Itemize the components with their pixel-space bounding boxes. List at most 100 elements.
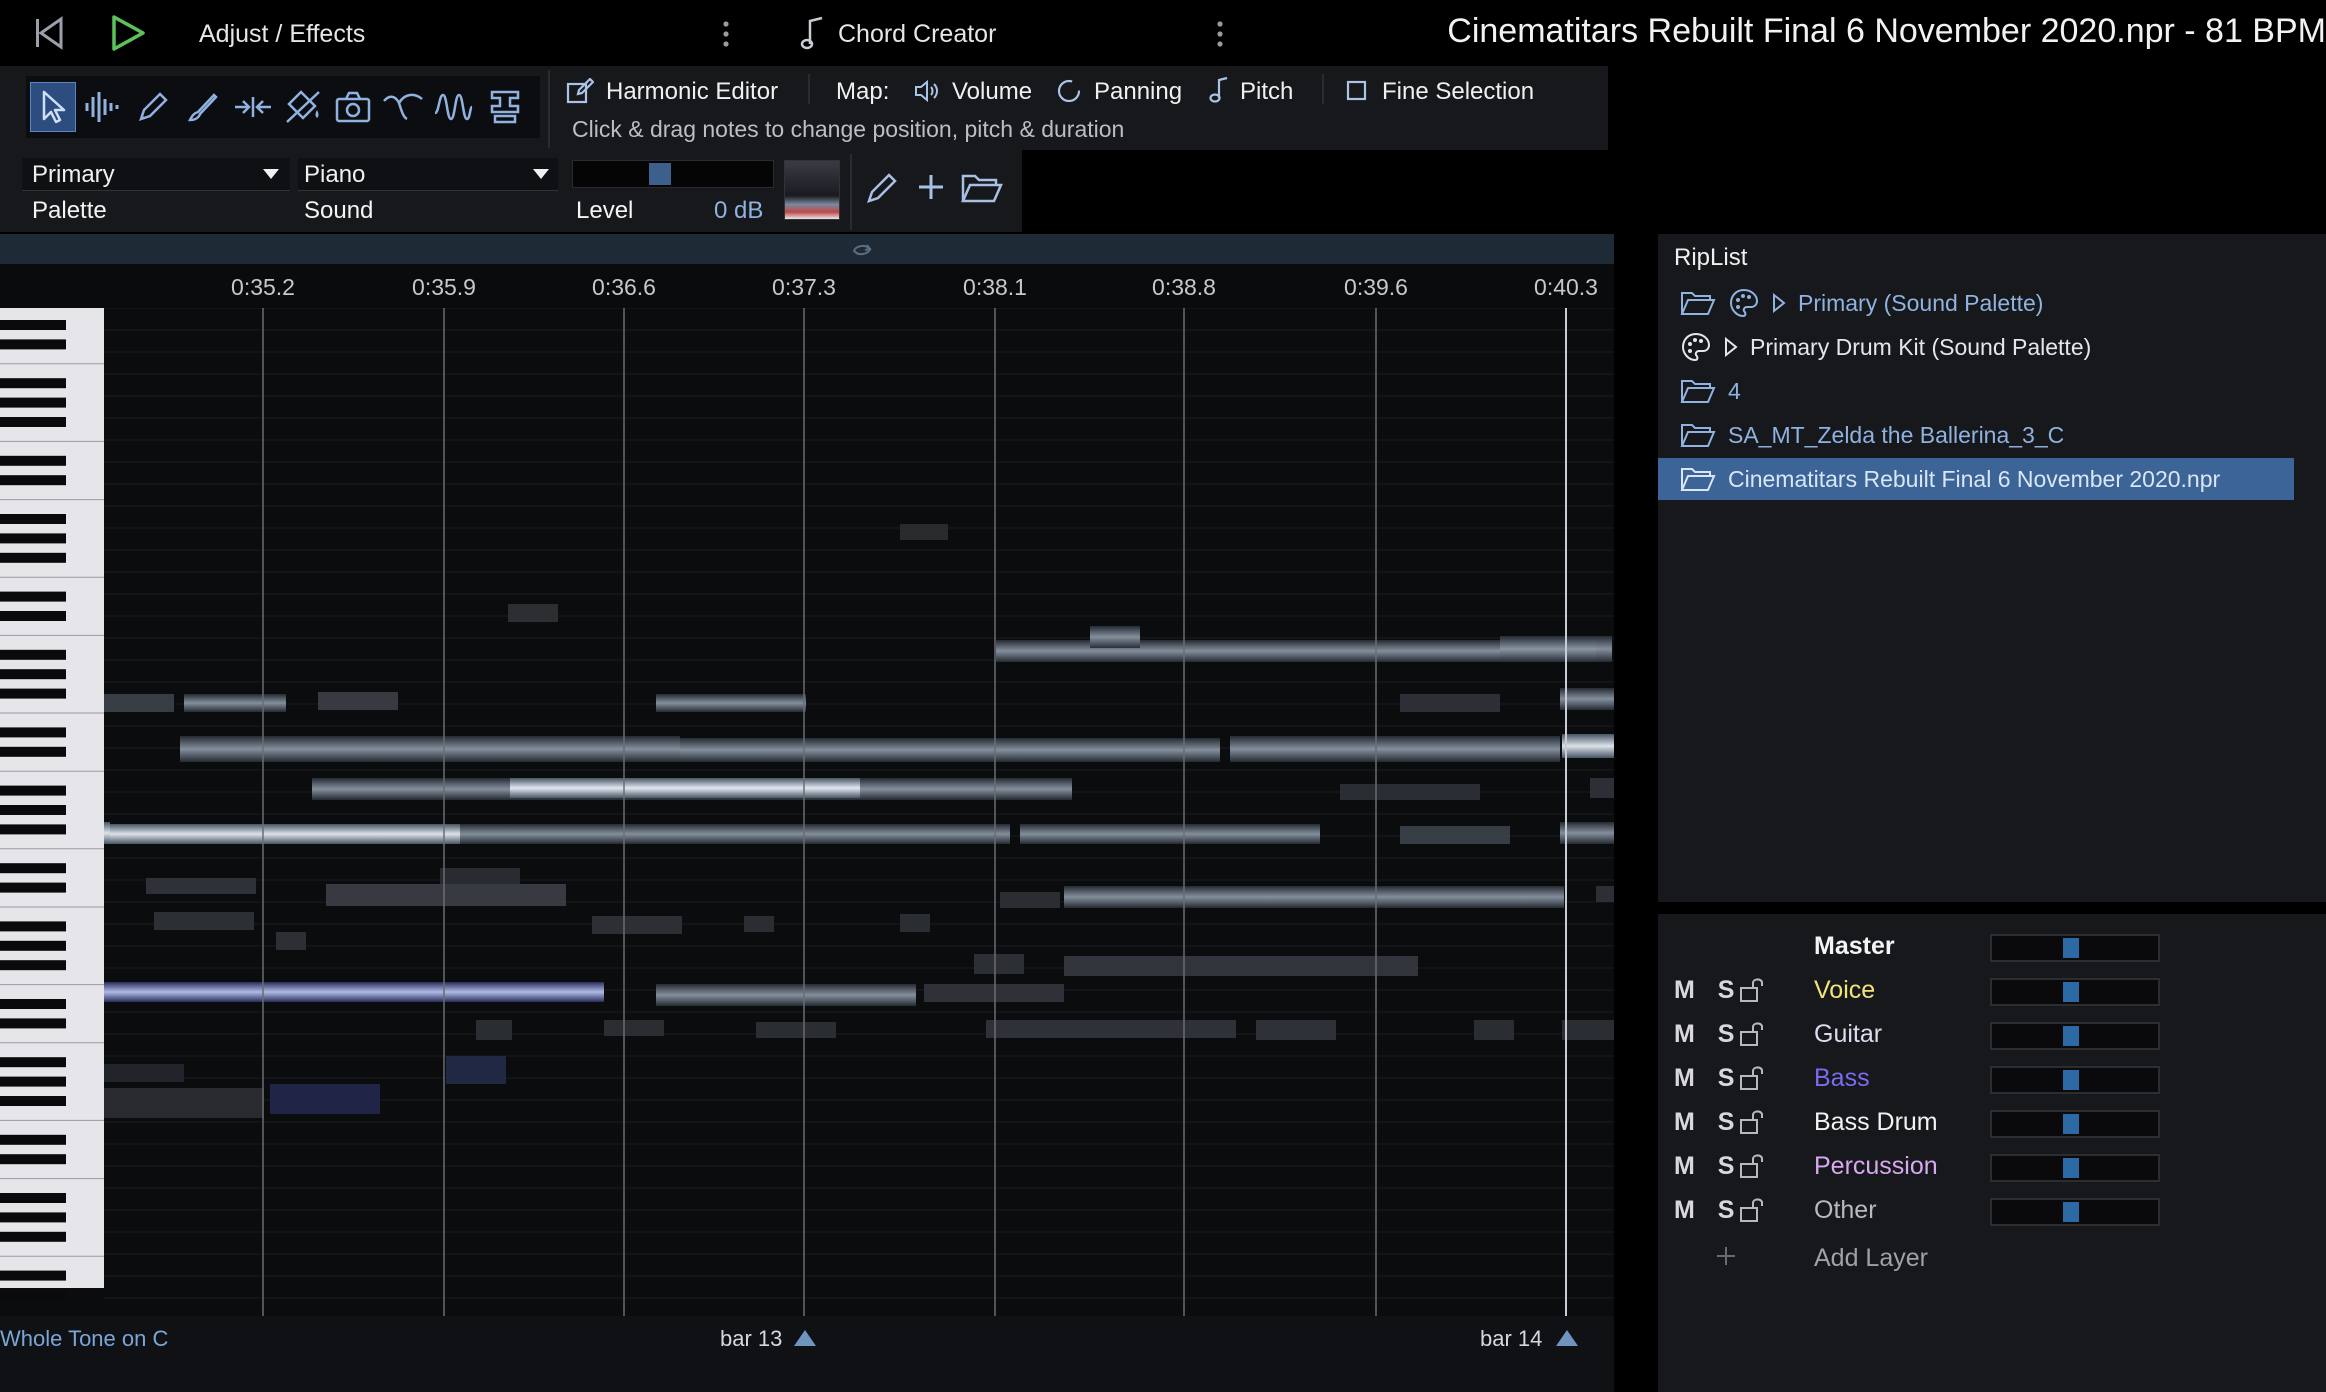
note-blob [1000,892,1060,908]
brush-tool-icon[interactable] [180,82,226,132]
camera-icon[interactable] [330,82,376,132]
note-blob [900,524,948,540]
sound-dropdown[interactable]: Piano [298,158,558,191]
waveform-tool-icon[interactable] [80,82,126,132]
time-tick-label: 0:36.6 [592,274,656,300]
note-blob [154,912,254,930]
layer-volume-slider[interactable] [1990,1022,2160,1050]
fine-selection-checkbox[interactable] [1346,80,1368,102]
play-icon[interactable] [110,14,146,52]
palette-dropdown[interactable]: Primary [22,158,290,191]
map-pitch-option[interactable]: Pitch [1240,78,1293,106]
mute-solo-buttons[interactable]: M S [1674,1108,1742,1137]
layer-row: M S Percussion [1658,1144,2326,1188]
spectrogram-view[interactable] [0,308,1614,1316]
layer-volume-slider[interactable] [1990,1066,2160,1094]
loop-strip[interactable] [0,234,1614,264]
fine-selection-label[interactable]: Fine Selection [1382,78,1534,106]
level-slider-knob[interactable] [649,163,671,185]
slider-knob[interactable] [2063,1202,2079,1222]
harmonic-editor-button[interactable]: Harmonic Editor [606,78,778,106]
chord-creator-button[interactable]: Chord Creator [838,20,996,49]
slider-knob[interactable] [2063,938,2079,958]
map-volume-option[interactable]: Volume [952,78,1032,106]
pencil-tool-icon[interactable] [130,82,176,132]
expand-triangle-icon[interactable] [1772,293,1786,313]
lock-open-icon[interactable] [1738,1152,1768,1180]
layer-volume-slider[interactable] [1990,1110,2160,1138]
note-blob [1500,636,1612,662]
mute-solo-buttons[interactable]: M S [1674,1064,1742,1093]
mute-solo-buttons[interactable]: M S [1674,1020,1742,1049]
slider-knob[interactable] [2063,982,2079,1002]
riplist-item[interactable]: Cinematitars Rebuilt Final 6 November 20… [1658,458,2294,500]
mute-solo-buttons[interactable]: M S [1674,1152,1742,1181]
more-icon[interactable] [722,20,730,48]
layer-volume-slider[interactable] [1990,1198,2160,1226]
time-tick-label: 0:37.3 [772,274,836,300]
more-icon[interactable] [1216,20,1224,48]
palette-icon [1729,288,1759,318]
bar-marker-icon[interactable] [792,1328,818,1348]
pencil-icon[interactable] [864,170,900,206]
piano-black-key [0,1290,66,1300]
note-blob [900,914,930,932]
add-layer-button[interactable]: Add Layer [1814,1244,1928,1273]
add-icon[interactable] [916,172,946,202]
slider-knob[interactable] [2063,1026,2079,1046]
note-blob [326,884,566,906]
time-tick-label: 0:38.1 [963,274,1027,300]
piano-black-key [0,727,66,738]
skip-back-icon[interactable] [32,16,66,50]
time-tick-label: 0:35.9 [412,274,476,300]
layer-volume-slider[interactable] [1990,934,2160,962]
divider [1322,74,1324,104]
level-slider[interactable] [572,160,774,188]
adjust-effects-button[interactable]: Adjust / Effects [199,20,365,49]
riplist-item[interactable]: SA_MT_Zelda the Ballerina_3_C [1680,414,2064,456]
note-grid[interactable] [0,308,1614,1316]
stretch-tool-icon[interactable] [230,82,276,132]
add-icon[interactable] [1714,1244,1738,1268]
map-panning-option[interactable]: Panning [1094,78,1182,106]
vibrato-tool-icon[interactable] [430,82,476,132]
piano-black-key [0,921,66,932]
lock-open-icon[interactable] [1738,1020,1768,1048]
riplist-item[interactable]: 4 [1680,370,1741,412]
note-blob [1230,736,1560,762]
note-blob [656,984,916,1006]
tool-strip [26,76,540,138]
layer-volume-slider[interactable] [1990,1154,2160,1182]
time-ruler[interactable]: 0:35.2 0:35.9 0:36.6 0:37.3 0:38.1 0:38.8 0:39… [0,264,1614,308]
expand-triangle-icon[interactable] [1724,337,1738,357]
lock-open-icon[interactable] [1738,976,1768,1004]
riplist-item[interactable]: Primary (Sound Palette) [1680,282,2043,324]
note-blob [1340,784,1480,800]
scale-label[interactable]: Whole Tone on C [0,1326,168,1352]
layer-row: M S Voice [1658,968,2326,1012]
piano-black-key [0,863,66,874]
lock-open-icon[interactable] [1738,1064,1768,1092]
open-folder-icon[interactable] [960,172,1004,204]
note-blob [276,932,306,950]
piano-black-key [0,591,66,602]
stamp-tool-icon[interactable] [482,82,528,132]
mute-solo-buttons[interactable]: M S [1674,976,1742,1005]
note-blob [446,1056,506,1084]
paint-bucket-icon[interactable] [280,82,326,132]
lock-open-icon[interactable] [1738,1108,1768,1136]
loop-icon[interactable] [850,240,874,260]
piano-black-key [0,805,66,815]
lock-open-icon[interactable] [1738,1196,1768,1224]
mute-solo-buttons[interactable]: M S [1674,1196,1742,1225]
slider-knob[interactable] [2063,1114,2079,1134]
bar-marker-icon[interactable] [1554,1328,1580,1348]
bend-tool-icon[interactable] [380,82,426,132]
slider-knob[interactable] [2063,1070,2079,1090]
slider-knob[interactable] [2063,1158,2079,1178]
piano-black-key [0,514,66,524]
riplist-item[interactable]: Primary Drum Kit (Sound Palette) [1680,326,2091,368]
note-blob [924,984,1064,1002]
pointer-tool-icon[interactable] [30,82,76,132]
layer-volume-slider[interactable] [1990,978,2160,1006]
